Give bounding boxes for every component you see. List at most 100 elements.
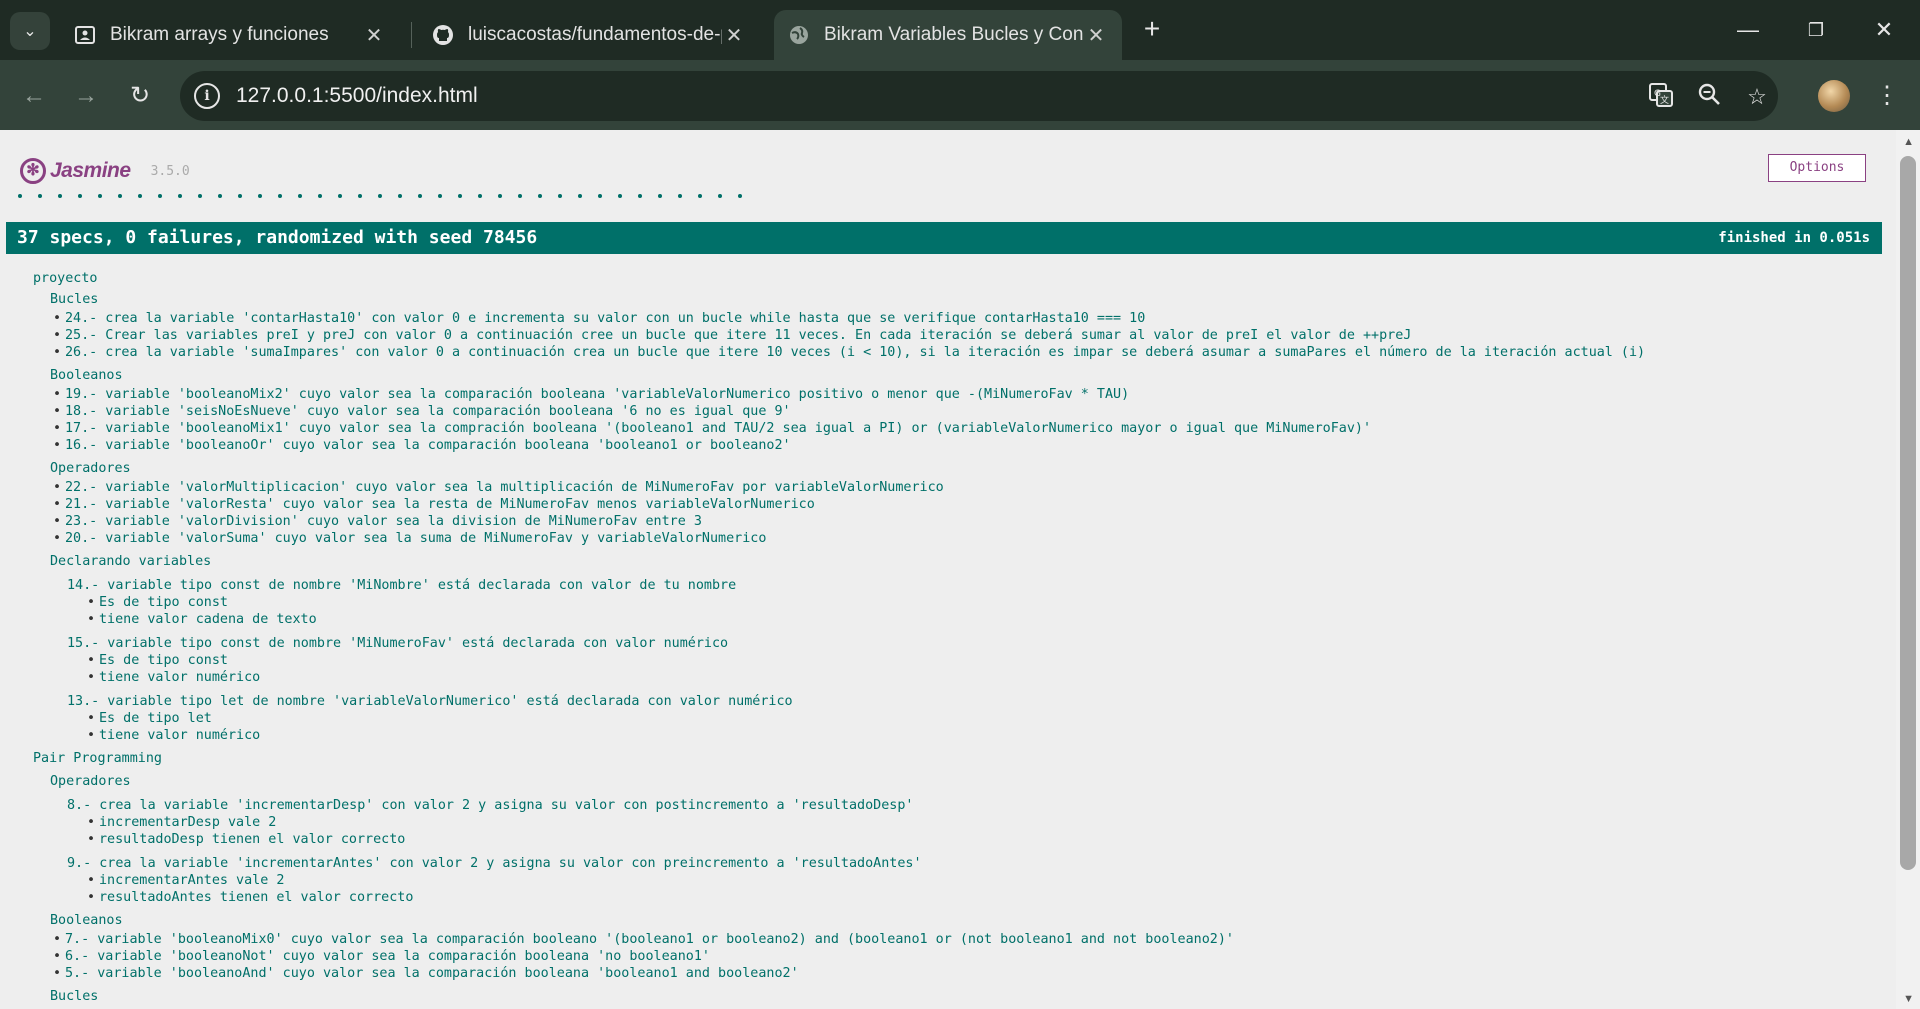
spec-item[interactable]: tiene valor cadena de texto: [84, 611, 1873, 628]
tab-title: Bikram Variables Bucles y Condi: [824, 24, 1084, 45]
back-button[interactable]: ←: [14, 76, 54, 116]
jasmine-version: 3.5.0: [150, 163, 190, 179]
profile-avatar[interactable]: [1818, 80, 1850, 112]
tab-github[interactable]: luiscacostas/fundamentos-de-p ✕: [418, 10, 760, 60]
spec-pass-dot: [278, 194, 282, 198]
close-icon[interactable]: ✕: [1084, 23, 1108, 48]
close-icon[interactable]: ✕: [362, 23, 386, 48]
suite-title[interactable]: Pair Programming: [33, 750, 1873, 767]
spec-item[interactable]: 26.- crea la variable 'sumaImpares' con …: [50, 344, 1873, 361]
scrollbar-thumb[interactable]: [1900, 156, 1916, 870]
spec-item[interactable]: Es de tipo let: [84, 710, 1873, 727]
spec-item[interactable]: 22.- variable 'valorMultiplicacion' cuyo…: [50, 479, 1873, 496]
spec-item[interactable]: resultadoDesp tienen el valor correcto: [84, 831, 1873, 848]
window-close-button[interactable]: ✕: [1854, 8, 1914, 52]
bookmark-star-icon[interactable]: ☆: [1742, 82, 1772, 112]
spec-group-title[interactable]: 15.- variable tipo const de nombre 'MiNu…: [67, 635, 1873, 652]
spec-group-title[interactable]: 9.- crea la variable 'incrementarAntes' …: [67, 855, 1873, 872]
spec-group-title[interactable]: 8.- crea la variable 'incrementarDesp' c…: [67, 797, 1873, 814]
summary-text: 37 specs, 0 failures, randomized with se…: [17, 227, 538, 248]
spec-item[interactable]: Es de tipo const: [84, 594, 1873, 611]
spec-item[interactable]: 16.- variable 'booleanoOr' cuyo valor se…: [50, 437, 1873, 454]
options-button[interactable]: Options: [1768, 154, 1866, 182]
spec-pass-dot: [418, 194, 422, 198]
spec-item[interactable]: tiene valor numérico: [84, 727, 1873, 744]
suite-title[interactable]: Operadores: [50, 773, 1873, 790]
spec-item[interactable]: resultadoAntes tienen el valor correcto: [84, 889, 1873, 906]
suite-title[interactable]: Bucles: [50, 291, 1873, 308]
tab-bikram-arrays[interactable]: Bikram arrays y funciones ✕: [60, 10, 400, 60]
spec-group-title[interactable]: 14.- variable tipo const de nombre 'MiNo…: [67, 577, 1873, 594]
spec-pass-dot: [18, 194, 22, 198]
suite-title[interactable]: Operadores: [50, 460, 1873, 477]
translate-icon[interactable]: G文: [1646, 82, 1676, 112]
suite-title[interactable]: Bucles: [50, 988, 1873, 1005]
spec-pass-dot: [98, 194, 102, 198]
spec-item[interactable]: 5.- variable 'booleanoAnd' cuyo valor se…: [50, 965, 1873, 982]
spec-pass-dot: [238, 194, 242, 198]
spec-pass-dot: [658, 194, 662, 198]
spec-item[interactable]: 6.- variable 'booleanoNot' cuyo valor se…: [50, 948, 1873, 965]
svg-text:文: 文: [1660, 94, 1669, 106]
spec-pass-dot: [678, 194, 682, 198]
spec-item[interactable]: 20.- variable 'valorSuma' cuyo valor sea…: [50, 530, 1873, 547]
zoom-icon[interactable]: [1694, 82, 1724, 112]
github-icon: [432, 24, 454, 46]
close-icon[interactable]: ✕: [722, 23, 746, 48]
tab-bikram-variables[interactable]: Bikram Variables Bucles y Condi ✕: [774, 10, 1122, 60]
tab-title: luiscacostas/fundamentos-de-p: [468, 24, 722, 45]
spec-item[interactable]: 17.- variable 'booleanoMix1' cuyo valor …: [50, 420, 1873, 437]
globe-icon: [788, 24, 810, 46]
spec-pass-dot: [318, 194, 322, 198]
minimize-button[interactable]: —: [1718, 8, 1778, 52]
spec-pass-dot: [558, 194, 562, 198]
spec-item[interactable]: incrementarAntes vale 2: [84, 872, 1873, 889]
spec-item[interactable]: incrementarDesp vale 2: [84, 814, 1873, 831]
spec-item[interactable]: 24.- crea la variable 'contarHasta10' co…: [50, 310, 1873, 327]
spec-pass-dot: [138, 194, 142, 198]
spec-item[interactable]: Es de tipo const: [84, 652, 1873, 669]
suite-title[interactable]: Booleanos: [50, 912, 1873, 929]
spec-pass-dot: [458, 194, 462, 198]
spec-pass-dot: [358, 194, 362, 198]
suite-title[interactable]: Booleanos: [50, 367, 1873, 384]
spec-item[interactable]: 25.- Crear las variables preI y preJ con…: [50, 327, 1873, 344]
jasmine-title: Jasmine: [50, 159, 131, 182]
chevron-down-icon: ⌄: [23, 23, 37, 40]
spec-pass-dot: [738, 194, 742, 198]
more-menu-icon[interactable]: ⋮: [1872, 76, 1902, 116]
spec-pass-dot: [578, 194, 582, 198]
site-info-icon[interactable]: i: [194, 83, 220, 109]
spec-pass-dot: [258, 194, 262, 198]
arrow-left-icon: ←: [22, 82, 46, 109]
spec-pass-dot: [718, 194, 722, 198]
scroll-down-arrow-icon[interactable]: ▼: [1903, 993, 1914, 1005]
spec-item[interactable]: 7.- variable 'booleanoMix0' cuyo valor s…: [50, 931, 1873, 948]
spec-item[interactable]: tiene valor numérico: [84, 669, 1873, 686]
contact-icon: [74, 24, 96, 46]
spec-item[interactable]: 19.- variable 'booleanoMix2' cuyo valor …: [50, 386, 1873, 403]
spec-pass-dot: [118, 194, 122, 198]
forward-button[interactable]: →: [66, 76, 106, 116]
spec-pass-dot: [498, 194, 502, 198]
address-bar[interactable]: i 127.0.0.1:5500/index.html G文 ☆: [180, 71, 1778, 121]
spec-pass-dot: [398, 194, 402, 198]
tab-strip: ⌄ Bikram arrays y funciones ✕ luiscacost…: [0, 0, 1920, 60]
suite-title[interactable]: proyecto: [33, 270, 1873, 287]
spec-item[interactable]: 21.- variable 'valorResta' cuyo valor se…: [50, 496, 1873, 513]
spec-group-title[interactable]: 13.- variable tipo let de nombre 'variab…: [67, 693, 1873, 710]
spec-pass-dot: [438, 194, 442, 198]
scroll-up-arrow-icon[interactable]: ▲: [1903, 136, 1914, 148]
tab-separator: [411, 22, 412, 48]
vertical-scrollbar[interactable]: ▲ ▼: [1896, 130, 1920, 1009]
spec-item[interactable]: 18.- variable 'seisNoEsNueve' cuyo valor…: [50, 403, 1873, 420]
restore-button[interactable]: ❐: [1786, 8, 1846, 52]
new-tab-button[interactable]: +: [1136, 12, 1168, 48]
tab-search-button[interactable]: ⌄: [10, 12, 50, 50]
suite-title[interactable]: Declarando variables: [50, 553, 1873, 570]
close-icon: ✕: [1874, 17, 1894, 42]
duration-text: finished in 0.051s: [1718, 230, 1870, 246]
reload-button[interactable]: ↻: [120, 76, 160, 116]
spec-item[interactable]: 23.- variable 'valorDivision' cuyo valor…: [50, 513, 1873, 530]
url-text[interactable]: 127.0.0.1:5500/index.html: [236, 84, 478, 108]
